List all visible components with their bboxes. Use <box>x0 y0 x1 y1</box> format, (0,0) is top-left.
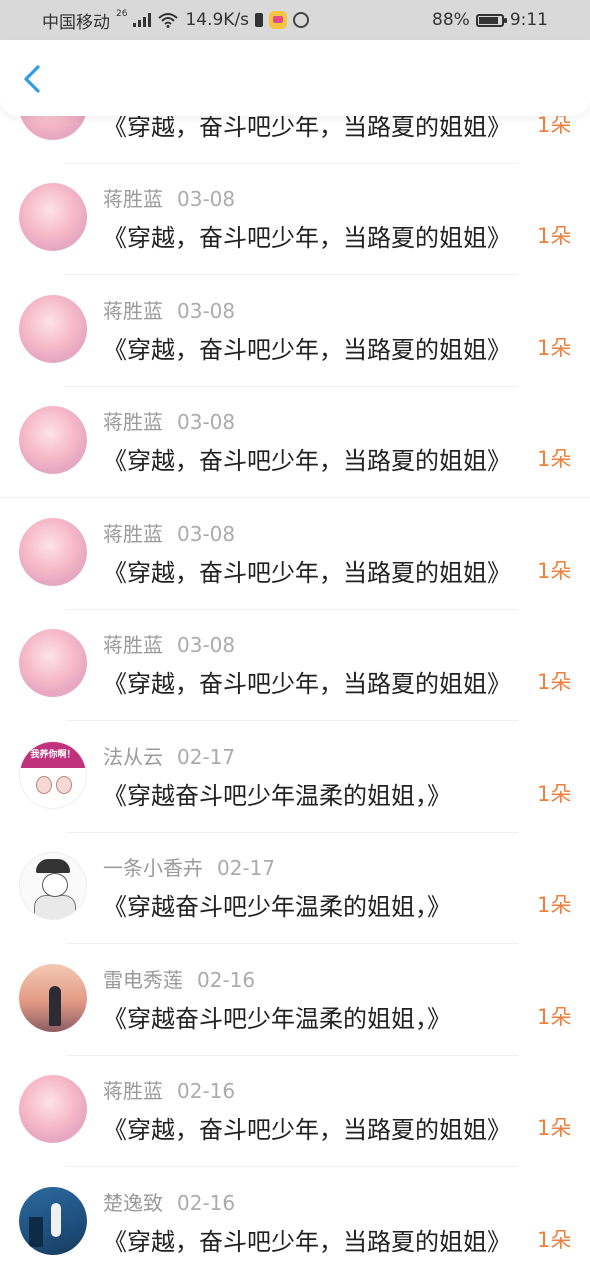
avatar[interactable]: 我养你啊！ <box>19 741 87 809</box>
item-meta: 蒋胜蓝 03-08 <box>103 183 235 212</box>
carrier-name: 中国移动 <box>42 12 110 33</box>
item-content: 《穿越，奋斗吧少年，当路夏的姐姐》 <box>103 336 511 364</box>
network-speed: 14.9K/s <box>185 10 250 30</box>
couple-faces-icon <box>36 776 72 796</box>
chevron-left-icon <box>24 65 40 93</box>
item-date: 03-08 <box>177 299 236 323</box>
divider <box>65 720 518 721</box>
list-item[interactable]: 蒋胜蓝 02-16 《穿越，奋斗吧少年，当路夏的姐姐》 1朵 <box>0 1056 590 1167</box>
user-name: 一条小香卉 <box>103 856 203 880</box>
item-date: 03-08 <box>177 633 236 657</box>
user-name: 蒋胜蓝 <box>103 299 163 323</box>
flower-count: 1朵 <box>537 224 572 248</box>
avatar[interactable] <box>19 964 87 1032</box>
item-date: 02-17 <box>217 856 276 880</box>
list-item[interactable]: 蒋胜蓝 03-08 《穿越，奋斗吧少年，当路夏的姐姐》 1朵 <box>0 387 590 498</box>
item-date: 02-16 <box>177 1079 236 1103</box>
app-notification-icon <box>269 11 288 29</box>
avatar[interactable] <box>19 295 87 363</box>
top-nav-bar <box>0 40 590 116</box>
item-content: 《穿越，奋斗吧少年，当路夏的姐姐》 <box>103 1116 511 1144</box>
signal-icon <box>133 13 152 27</box>
status-bar: 中国移动 26 14.9K/s 88% 9:11 <box>0 0 590 40</box>
item-meta: 一条小香卉 02-17 <box>103 852 275 881</box>
item-meta: 蒋胜蓝 03-08 <box>103 518 235 547</box>
back-button[interactable] <box>18 62 48 96</box>
user-name: 法从云 <box>103 745 163 769</box>
battery-icon <box>475 13 507 27</box>
item-content: 《穿越，奋斗吧少年，当路夏的姐姐》 <box>103 559 511 587</box>
user-name: 雷电秀莲 <box>103 968 183 992</box>
list-item[interactable]: 蒋胜蓝 03-08 《穿越，奋斗吧少年，当路夏的姐姐》 1朵 <box>0 499 590 610</box>
user-name: 楚逸致 <box>103 1191 163 1215</box>
network-type: 26 <box>116 9 128 19</box>
list-item[interactable]: 雷电秀莲 02-16 《穿越奋斗吧少年温柔的姐姐，》 1朵 <box>0 945 590 1056</box>
item-meta: 蒋胜蓝 02-16 <box>103 1075 235 1104</box>
flower-count: 1朵 <box>537 1005 572 1029</box>
item-date: 03-08 <box>177 410 236 434</box>
divider <box>0 497 590 498</box>
avatar[interactable] <box>19 406 87 474</box>
avatar[interactable] <box>19 1075 87 1143</box>
item-meta: 蒋胜蓝 03-08 <box>103 629 235 658</box>
avatar[interactable] <box>19 852 87 920</box>
clock: 9:11 <box>509 10 548 30</box>
item-content: 《穿越，奋斗吧少年，当路夏的姐姐》 <box>103 670 511 698</box>
flower-count: 1朵 <box>537 893 572 917</box>
item-content: 《穿越，奋斗吧少年，当路夏的姐姐》 <box>103 1228 511 1256</box>
item-meta: 雷电秀莲 02-16 <box>103 964 255 993</box>
list-item[interactable]: 蒋胜蓝 03-08 《穿越，奋斗吧少年，当路夏的姐姐》 1朵 <box>0 610 590 721</box>
item-date: 03-08 <box>177 522 236 546</box>
eye-comfort-icon <box>293 12 310 28</box>
divider <box>65 274 518 275</box>
avatar[interactable] <box>19 1187 87 1255</box>
list-item[interactable]: 蒋胜蓝 03-08 《穿越，奋斗吧少年，当路夏的姐姐》 1朵 <box>0 276 590 387</box>
item-date: 03-08 <box>177 187 236 211</box>
item-content: 《穿越奋斗吧少年温柔的姐姐，》 <box>103 1005 451 1033</box>
avatar[interactable] <box>19 629 87 697</box>
wifi-icon <box>158 13 179 28</box>
item-date: 02-16 <box>197 968 256 992</box>
item-meta: 蒋胜蓝 03-08 <box>103 295 235 324</box>
item-date: 02-16 <box>177 1191 236 1215</box>
item-content: 《穿越，奋斗吧少年，当路夏的姐姐》 <box>103 224 511 252</box>
divider <box>65 1166 518 1167</box>
item-content: 《穿越奋斗吧少年温柔的姐姐，》 <box>103 782 451 810</box>
user-name: 蒋胜蓝 <box>103 1079 163 1103</box>
flower-count: 1朵 <box>537 1116 572 1140</box>
item-meta: 法从云 02-17 <box>103 741 235 770</box>
flower-count: 1朵 <box>537 559 572 583</box>
avatar[interactable] <box>19 518 87 586</box>
list-item[interactable]: 楚逸致 02-16 《穿越，奋斗吧少年，当路夏的姐姐》 1朵 <box>0 1168 590 1279</box>
item-date: 02-17 <box>177 745 236 769</box>
list-item[interactable]: 蒋胜蓝 03-08 《穿越，奋斗吧少年，当路夏的姐姐》 1朵 <box>0 164 590 275</box>
flower-count: 1朵 <box>537 782 572 806</box>
list-item[interactable]: 我养你啊！ 法从云 02-17 《穿越奋斗吧少年温柔的姐姐，》 1朵 <box>0 722 590 833</box>
flower-count: 1朵 <box>537 447 572 471</box>
divider <box>65 943 518 944</box>
item-meta: 楚逸致 02-16 <box>103 1187 235 1216</box>
list-item[interactable]: 一条小香卉 02-17 《穿越奋斗吧少年温柔的姐姐，》 1朵 <box>0 833 590 944</box>
user-name: 蒋胜蓝 <box>103 633 163 657</box>
avatar[interactable] <box>19 183 87 251</box>
flower-count: 1朵 <box>537 1228 572 1252</box>
user-name: 蒋胜蓝 <box>103 522 163 546</box>
item-content: 《穿越奋斗吧少年温柔的姐姐，》 <box>103 893 451 921</box>
battery-percent: 88% <box>432 10 470 30</box>
item-content: 《穿越，奋斗吧少年，当路夏的姐姐》 <box>103 447 511 475</box>
battery-saver-icon <box>255 13 264 27</box>
flower-count: 1朵 <box>537 336 572 360</box>
item-meta: 蒋胜蓝 03-08 <box>103 406 235 435</box>
user-name: 蒋胜蓝 <box>103 187 163 211</box>
user-name: 蒋胜蓝 <box>103 410 163 434</box>
flower-count: 1朵 <box>537 670 572 694</box>
avatar-caption: 我养你啊！ <box>20 742 86 768</box>
